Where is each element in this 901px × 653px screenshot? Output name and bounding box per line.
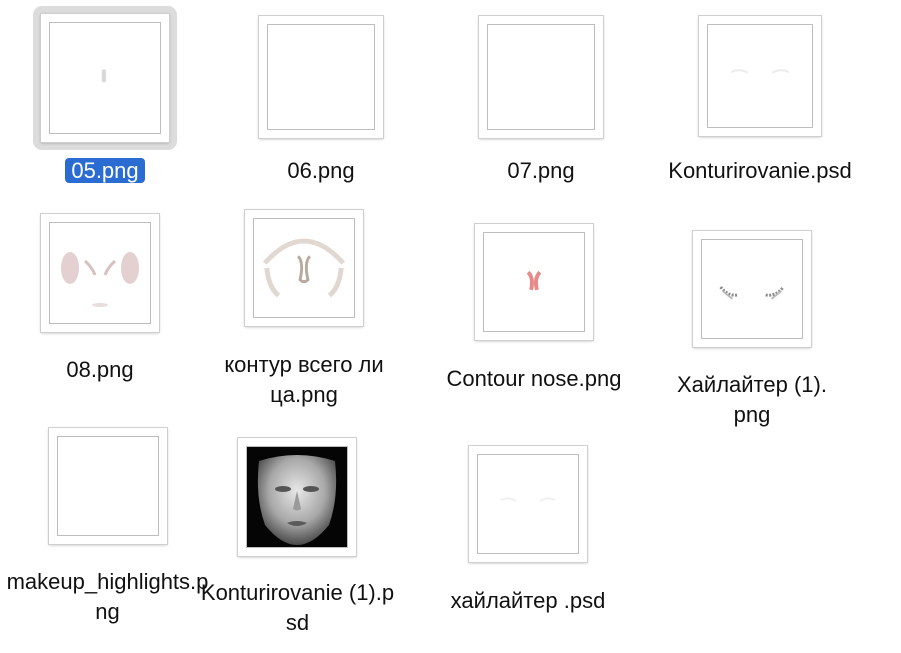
file-thumbnail[interactable] (479, 16, 603, 138)
file-thumbnail[interactable] (475, 224, 593, 340)
file-label[interactable]: контур всего лица.png (224, 350, 384, 410)
file-label[interactable]: 08.png (20, 355, 180, 385)
file-label[interactable]: хайлайтер .psd (428, 586, 628, 616)
file-label[interactable]: 07.png (461, 156, 621, 186)
file-thumbnail[interactable] (699, 16, 821, 136)
file-thumbnail[interactable] (41, 14, 169, 142)
file-label[interactable]: Хайлайтер (1).png (672, 370, 832, 430)
file-label[interactable]: 05.png (25, 156, 185, 186)
file-thumbnail[interactable] (49, 428, 167, 544)
file-label[interactable]: makeup_highlights.png (5, 567, 210, 627)
file-label[interactable]: Contour nose.png (424, 364, 644, 394)
file-thumbnail[interactable] (693, 231, 811, 347)
file-thumbnail[interactable] (238, 438, 356, 556)
file-label[interactable]: Konturirovanie.psd (660, 156, 860, 186)
file-thumbnail[interactable] (259, 16, 383, 138)
file-thumbnail[interactable] (41, 214, 159, 332)
file-thumbnail[interactable] (469, 446, 587, 562)
file-label[interactable]: 06.png (241, 156, 401, 186)
file-label[interactable]: Konturirovanie (1).psd (200, 578, 395, 638)
file-thumbnail[interactable] (245, 210, 363, 326)
